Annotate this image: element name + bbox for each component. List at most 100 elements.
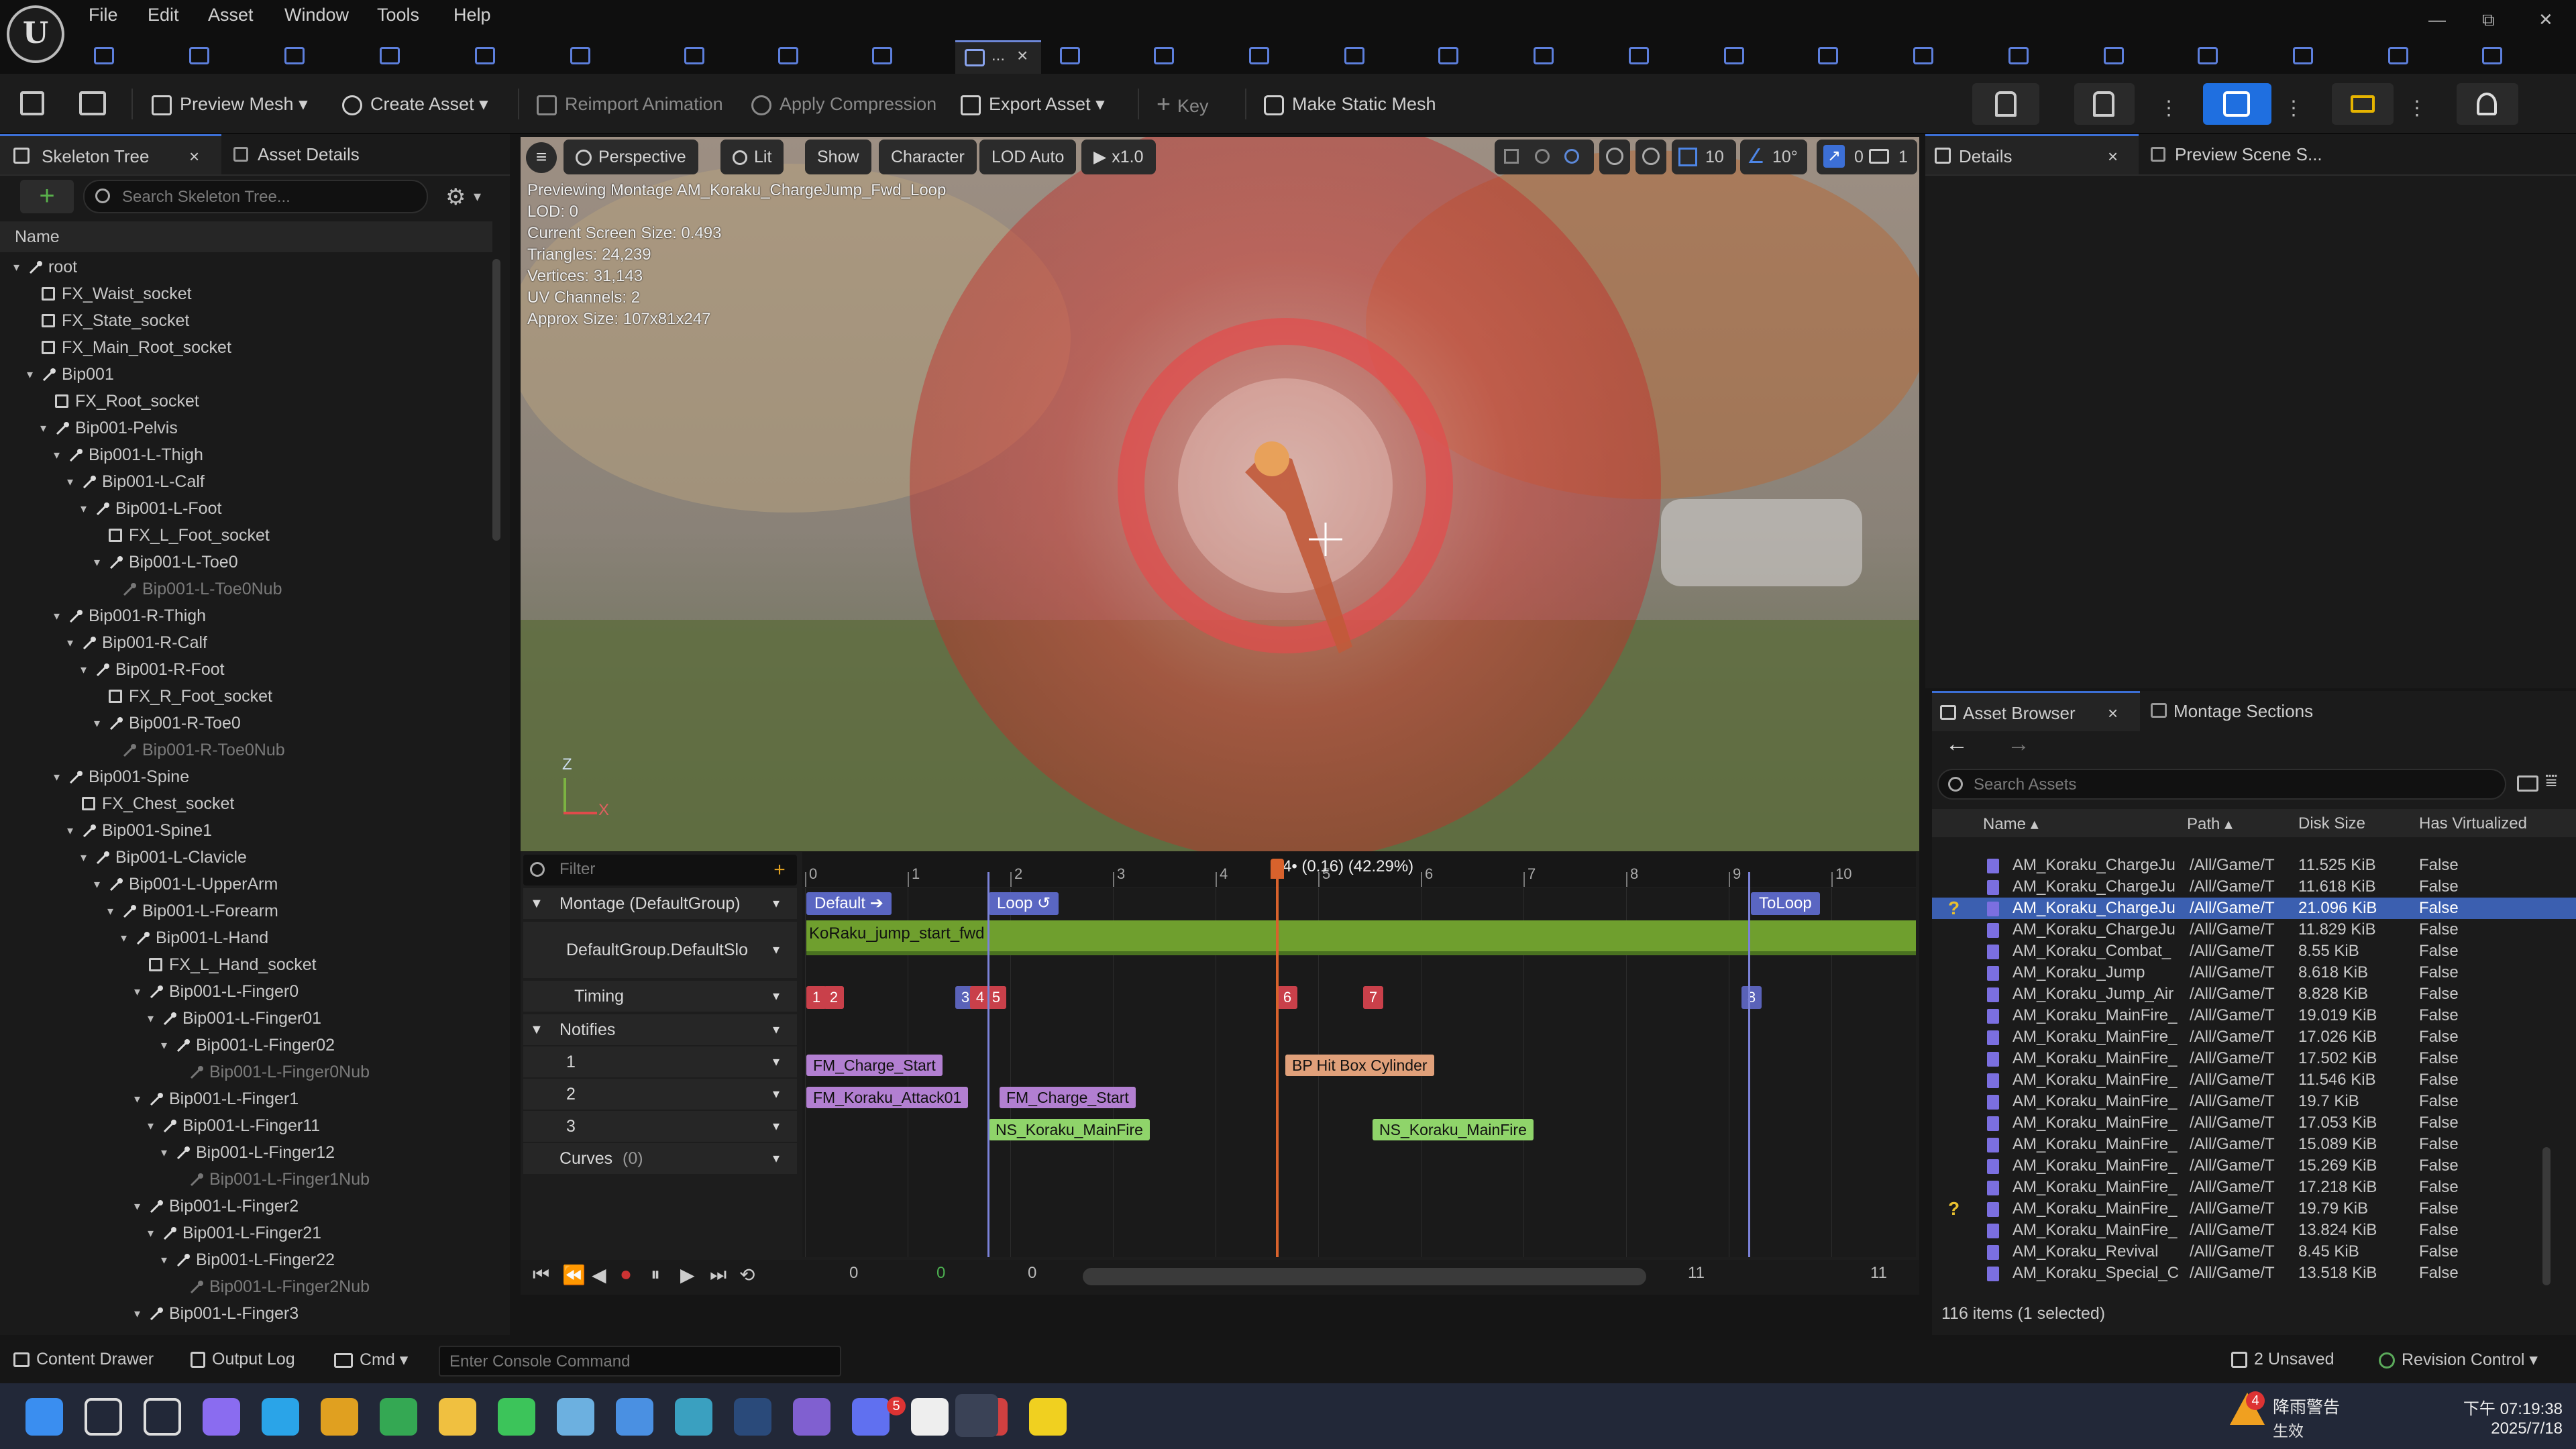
- more-options-icon[interactable]: ⋮: [2407, 97, 2427, 120]
- windows-start-icon[interactable]: [25, 1398, 63, 1436]
- editor-tab[interactable]: [1140, 42, 1187, 72]
- column-header-name[interactable]: Name: [0, 221, 492, 252]
- notify-fm-charge-start[interactable]: FM_Charge_Start: [806, 1055, 943, 1076]
- dropdown-icon[interactable]: ▾: [773, 1111, 780, 1142]
- menu-window[interactable]: Window: [284, 0, 349, 30]
- tree-row[interactable]: Bip001-L-Finger2Nub: [0, 1273, 490, 1300]
- hamburger-menu-icon[interactable]: ≡: [526, 142, 557, 173]
- dropdown-icon[interactable]: ▾: [773, 1143, 780, 1174]
- asset-row[interactable]: AM_Koraku_MainFire_ /All/Game/T 17.218 KiB…: [1932, 1177, 2576, 1198]
- tree-row[interactable]: ▾ Bip001-Spine: [0, 763, 490, 790]
- tree-row[interactable]: FX_Chest_socket: [0, 790, 490, 817]
- tab-details[interactable]: Details ×: [1925, 134, 2139, 174]
- browse-icon[interactable]: [79, 91, 106, 115]
- view-range-scrollbar[interactable]: [1083, 1268, 1646, 1285]
- playhead-handle[interactable]: [1271, 859, 1284, 879]
- show-button[interactable]: Show: [805, 140, 871, 174]
- tree-row[interactable]: FX_L_Hand_socket: [0, 951, 490, 978]
- output-log-button[interactable]: Output Log: [191, 1350, 295, 1369]
- tab-skeleton-tree[interactable]: Skeleton Tree ×: [0, 134, 221, 174]
- tree-expand-icon[interactable]: ▾: [94, 871, 100, 898]
- editor-tab[interactable]: [1995, 42, 2042, 72]
- tree-expand-icon[interactable]: ▾: [94, 549, 100, 576]
- dropdown-icon[interactable]: ▾: [773, 922, 780, 978]
- world-local-button[interactable]: [1599, 140, 1630, 174]
- forward-arrow-icon[interactable]: →: [2007, 731, 2030, 757]
- tree-row[interactable]: ▾ Bip001-R-Foot: [0, 656, 490, 683]
- timing-marker[interactable]: 6: [1277, 986, 1297, 1009]
- clock-time[interactable]: 下午 07:19:38: [2431, 1395, 2563, 1419]
- editor-tab[interactable]: [1236, 42, 1283, 72]
- tree-row[interactable]: Bip001-L-Finger0Nub: [0, 1059, 490, 1085]
- tree-row[interactable]: ▾ Bip001-L-Finger12: [0, 1139, 490, 1166]
- more-options-icon[interactable]: ⋮: [2159, 97, 2179, 120]
- editor-tab[interactable]: [671, 42, 718, 72]
- tree-row[interactable]: ▾ Bip001-L-UpperArm: [0, 871, 490, 898]
- track-slot[interactable]: DefaultGroup.DefaultSlo ▾: [523, 922, 797, 978]
- reimport-animation-button[interactable]: Reimport Animation: [537, 83, 723, 125]
- more-options-icon[interactable]: ⋮: [2284, 97, 2304, 120]
- apply-compression-button[interactable]: Apply Compression: [751, 83, 936, 125]
- tree-expand-icon[interactable]: ▾: [54, 602, 60, 629]
- angle-snap-button[interactable]: ∠ 10°: [1740, 140, 1807, 174]
- tab-close-icon[interactable]: ×: [1017, 45, 1028, 66]
- asset-row[interactable]: AM_Koraku_Combat_ /All/Game/T 8.55 KiB Fals…: [1932, 941, 2576, 962]
- character-button[interactable]: Character: [879, 140, 977, 174]
- lod-button[interactable]: LOD Auto: [979, 140, 1077, 174]
- asset-search-input[interactable]: Search Assets: [1937, 769, 2506, 800]
- notify-fm-charge-start-2[interactable]: FM_Charge_Start: [1000, 1087, 1136, 1108]
- skip-to-end-icon[interactable]: ⏭: [710, 1264, 727, 1286]
- tree-expand-icon[interactable]: ▾: [54, 763, 60, 790]
- timeline-filter-input[interactable]: Filter: [523, 855, 797, 885]
- unreal-engine-icon[interactable]: [911, 1398, 949, 1436]
- tree-row[interactable]: ▾ Bip001-R-Toe0: [0, 710, 490, 737]
- add-bone-button[interactable]: +: [20, 180, 74, 213]
- chrome-icon[interactable]: [321, 1398, 358, 1436]
- tree-expand-icon[interactable]: ▾: [134, 1085, 140, 1112]
- close-icon[interactable]: ×: [2108, 136, 2118, 176]
- filter-icon[interactable]: ⩸: [2545, 770, 2557, 793]
- steam-icon[interactable]: [734, 1398, 771, 1436]
- tree-row[interactable]: FX_Main_Root_socket: [0, 334, 490, 361]
- dropdown-icon[interactable]: ▾: [773, 1079, 780, 1110]
- tree-row[interactable]: FX_R_Foot_socket: [0, 683, 490, 710]
- create-asset-button[interactable]: Create Asset ▾: [342, 83, 488, 125]
- animation-mode-button[interactable]: [2203, 83, 2271, 125]
- column-path[interactable]: Path ▴: [2187, 814, 2233, 834]
- tree-row[interactable]: Bip001-R-Toe0Nub: [0, 737, 490, 763]
- notify-bp-hit-box-cylinder[interactable]: BP Hit Box Cylinder: [1285, 1055, 1434, 1076]
- tree-row[interactable]: ▾ Bip001-L-Finger01: [0, 1005, 490, 1032]
- task-view-icon[interactable]: [144, 1398, 181, 1436]
- tree-row[interactable]: FX_State_socket: [0, 307, 490, 334]
- asset-row[interactable]: AM_Koraku_Revival/All/Game/T 8.45 KiB Fals…: [1932, 1241, 2576, 1263]
- tree-row[interactable]: Bip001-L-Finger1Nub: [0, 1166, 490, 1193]
- tab-asset-details[interactable]: Asset Details: [227, 134, 401, 174]
- chrome-icon[interactable]: [380, 1398, 417, 1436]
- tree-row[interactable]: ▾ Bip001-L-Finger2: [0, 1193, 490, 1220]
- tab-preview-scene[interactable]: Preview Scene S...: [2144, 134, 2365, 174]
- file-explorer-icon[interactable]: [439, 1398, 476, 1436]
- tree-row[interactable]: FX_Root_socket: [0, 388, 490, 415]
- skip-to-start-icon[interactable]: ⏮: [533, 1264, 549, 1286]
- asset-row[interactable]: AM_Koraku_MainFire_ /All/Game/T 15.269 KiB…: [1932, 1155, 2576, 1177]
- tree-row[interactable]: ▾ Bip001-L-Calf: [0, 468, 490, 495]
- asset-scrollbar[interactable]: [2542, 1147, 2551, 1285]
- editor-tab[interactable]: [1615, 42, 1662, 72]
- editor-tab[interactable]: [366, 42, 413, 72]
- folder-icon[interactable]: [2517, 775, 2538, 792]
- tree-row[interactable]: ▾ Bip001-L-Finger22: [0, 1246, 490, 1273]
- asset-row[interactable]: AM_Koraku_Jump_Air/All/Game/T 8.828 KiB Fa…: [1932, 983, 2576, 1005]
- asset-row[interactable]: AM_Koraku_ChargeJu/All/Game/T 11.829 KiB F…: [1932, 919, 2576, 941]
- asset-tab-active[interactable]: ... ×: [955, 40, 1041, 74]
- copilot-icon[interactable]: [203, 1398, 240, 1436]
- editor-tab[interactable]: [2375, 42, 2422, 72]
- editor-tab[interactable]: [462, 42, 508, 72]
- tree-row[interactable]: ▾ Bip001-L-Finger21: [0, 1220, 490, 1246]
- track-notifies[interactable]: ▼ Notifies ▾: [523, 1014, 797, 1045]
- cmd-dropdown[interactable]: Cmd ▾: [334, 1350, 408, 1370]
- search-icon[interactable]: [85, 1398, 122, 1436]
- tree-expand-icon[interactable]: ▾: [134, 978, 140, 1005]
- track-timing[interactable]: Timing ▾: [523, 981, 797, 1012]
- surface-snap-button[interactable]: [1635, 140, 1666, 174]
- step-back-icon[interactable]: ⏪: [562, 1264, 586, 1286]
